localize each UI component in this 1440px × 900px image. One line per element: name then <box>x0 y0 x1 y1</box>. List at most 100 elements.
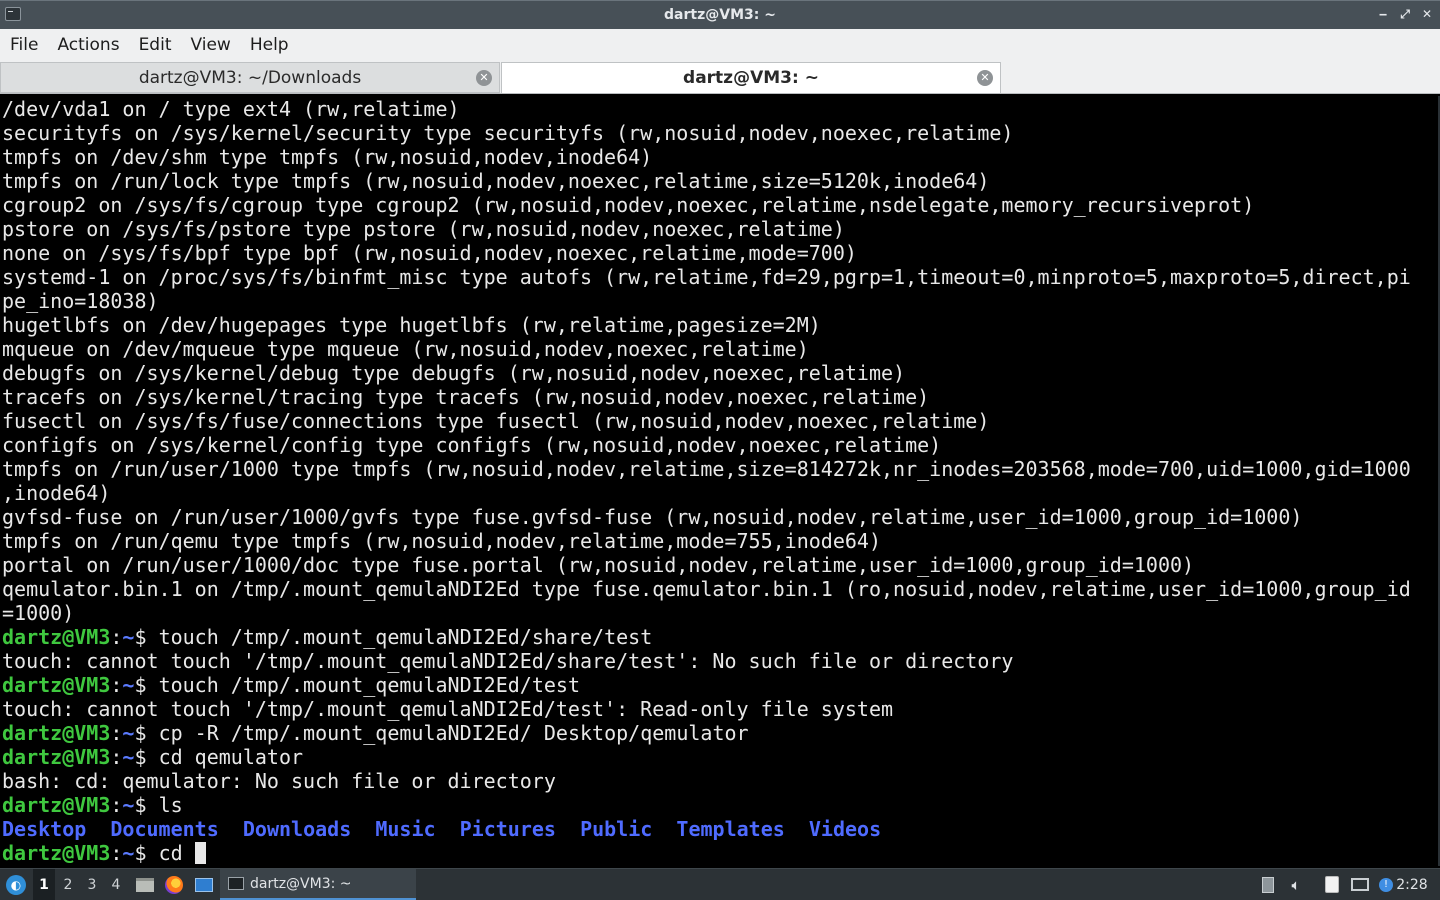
command-text: cp -R /tmp/.mount_qemulaNDI2Ed/ Desktop/… <box>158 721 749 745</box>
menu-actions[interactable]: Actions <box>47 35 128 55</box>
lxqt-menu-icon[interactable]: ◐ <box>4 869 28 900</box>
output-line: mqueue on /dev/mqueue type mqueue (rw,no… <box>2 337 809 361</box>
prompt-separator: : <box>110 841 123 865</box>
menu-edit[interactable]: Edit <box>129 35 181 55</box>
directory-entry[interactable]: Public <box>580 817 652 841</box>
show-desktop-icon[interactable] <box>193 869 215 900</box>
window-title: dartz@VM3: ~ <box>664 7 776 23</box>
command-text: touch /tmp/.mount_qemulaNDI2Ed/share/tes… <box>158 625 653 649</box>
menu-help[interactable]: Help <box>240 35 298 55</box>
output-line: portal on /run/user/1000/doc type fuse.p… <box>2 553 1195 577</box>
file-manager-icon[interactable] <box>134 869 156 900</box>
close-icon[interactable]: ✕ <box>1420 5 1434 23</box>
prompt-dollar: $ <box>134 721 159 745</box>
directory-entry[interactable]: Videos <box>809 817 881 841</box>
output-line: /dev/vda1 on / type ext4 (rw,relatime) <box>2 97 460 121</box>
prompt-user: dartz@VM3 <box>2 625 111 649</box>
prompt-path: ~ <box>122 673 135 697</box>
command-line: dartz@VM3:~$ cd qemulator <box>2 745 303 769</box>
battery-icon[interactable] <box>1258 869 1278 900</box>
output-line: securityfs on /sys/kernel/security type … <box>2 121 1014 145</box>
ls-output-line: Desktop Documents Downloads Music Pictur… <box>2 817 881 841</box>
directory-entry[interactable]: Documents <box>110 817 218 841</box>
output-line: touch: cannot touch '/tmp/.mount_qemulaN… <box>2 649 1014 673</box>
prompt-dollar: $ <box>134 745 159 769</box>
prompt-separator: : <box>110 793 123 817</box>
tab-close-icon[interactable]: ✕ <box>476 70 492 86</box>
window-controls: ‒ ⤢ ✕ <box>1376 5 1434 23</box>
tab-downloads[interactable]: dartz@VM3: ~/Downloads ✕ <box>0 62 500 93</box>
output-line: cgroup2 on /sys/fs/cgroup type cgroup2 (… <box>2 193 1255 217</box>
prompt-dollar: $ <box>134 793 159 817</box>
prompt-user: dartz@VM3 <box>2 793 111 817</box>
tab-label: dartz@VM3: ~/Downloads <box>138 67 362 88</box>
command-line: dartz@VM3:~$ touch /tmp/.mount_qemulaNDI… <box>2 625 652 649</box>
output-line: tracefs on /sys/kernel/tracing type trac… <box>2 385 930 409</box>
output-line: tmpfs on /run/qemu type tmpfs (rw,nosuid… <box>2 529 881 553</box>
firefox-icon[interactable] <box>163 869 185 900</box>
command-line: dartz@VM3:~$ touch /tmp/.mount_qemulaNDI… <box>2 673 580 697</box>
output-line: pe_ino=18038) <box>2 289 159 313</box>
output-line: tmpfs on /run/lock type tmpfs (rw,nosuid… <box>2 169 990 193</box>
tab-close-icon[interactable]: ✕ <box>977 70 993 86</box>
workspace-2[interactable]: 2 <box>57 869 79 900</box>
task-terminal-button[interactable]: dartz@VM3: ~ <box>220 869 416 900</box>
menu-bar: File Actions Edit View Help <box>0 29 1440 61</box>
output-line: =1000) <box>2 601 75 625</box>
prompt-user: dartz@VM3 <box>2 721 111 745</box>
workspace-3[interactable]: 3 <box>81 869 103 900</box>
prompt-user: dartz@VM3 <box>2 745 111 769</box>
output-line: gvfsd-fuse on /run/user/1000/gvfs type f… <box>2 505 1303 529</box>
prompt-separator: : <box>110 625 123 649</box>
terminal-icon <box>228 877 244 890</box>
window-titlebar[interactable]: dartz@VM3: ~ ‒ ⤢ ✕ <box>0 0 1440 29</box>
output-line: qemulator.bin.1 on /tmp/.mount_qemulaNDI… <box>2 577 1411 601</box>
directory-entry[interactable]: Pictures <box>460 817 556 841</box>
prompt-path: ~ <box>122 745 135 769</box>
text-cursor <box>194 842 206 864</box>
volume-icon[interactable]: 🔈︎ <box>1286 869 1306 900</box>
output-line: tmpfs on /dev/shm type tmpfs (rw,nosuid,… <box>2 145 653 169</box>
output-line: systemd-1 on /proc/sys/fs/binfmt_misc ty… <box>2 265 1411 289</box>
prompt-user: dartz@VM3 <box>2 841 111 865</box>
maximize-icon[interactable]: ⤢ <box>1398 5 1412 23</box>
terminal-app-icon[interactable] <box>5 7 21 21</box>
prompt-path: ~ <box>122 625 135 649</box>
output-line: hugetlbfs on /dev/hugepages type hugetlb… <box>2 313 821 337</box>
workspace-1[interactable]: 1 <box>33 869 55 900</box>
output-line: bash: cd: qemulator: No such file or dir… <box>2 769 556 793</box>
task-label: dartz@VM3: ~ <box>250 875 352 892</box>
taskbar: ◐ 1 2 3 4 dartz@VM3: ~ 🔈︎ ! 2:28 <box>0 868 1440 900</box>
directory-entry[interactable]: Templates <box>676 817 784 841</box>
clipboard-icon[interactable] <box>1322 869 1342 900</box>
prompt-path: ~ <box>122 841 135 865</box>
tab-label: dartz@VM3: ~ <box>683 68 819 88</box>
input-line: dartz@VM3:~$ cd <box>2 841 206 865</box>
prompt-path: ~ <box>122 721 135 745</box>
current-input: cd <box>158 841 195 865</box>
directory-entry[interactable]: Downloads <box>243 817 351 841</box>
terminal-output[interactable]: /dev/vda1 on / type ext4 (rw,relatime) se… <box>0 96 1440 866</box>
output-line: fusectl on /sys/fs/fuse/connections type… <box>2 409 990 433</box>
prompt-dollar: $ <box>134 625 159 649</box>
menu-file[interactable]: File <box>0 35 47 55</box>
directory-entry[interactable]: Desktop <box>2 817 86 841</box>
command-text: cd qemulator <box>158 745 304 769</box>
workspace-4[interactable]: 4 <box>105 869 127 900</box>
prompt-separator: : <box>110 673 123 697</box>
prompt-separator: : <box>110 745 123 769</box>
command-text: ls <box>158 793 183 817</box>
prompt-separator: : <box>110 721 123 745</box>
clock[interactable]: 2:28 <box>1392 869 1432 900</box>
network-icon[interactable] <box>1349 869 1371 900</box>
command-text: touch /tmp/.mount_qemulaNDI2Ed/test <box>158 673 580 697</box>
prompt-path: ~ <box>122 793 135 817</box>
menu-view[interactable]: View <box>180 35 239 55</box>
output-line: configfs on /sys/kernel/config type conf… <box>2 433 942 457</box>
directory-entry[interactable]: Music <box>375 817 435 841</box>
minimize-icon[interactable]: ‒ <box>1376 5 1390 23</box>
prompt-dollar: $ <box>134 841 159 865</box>
tab-home[interactable]: dartz@VM3: ~ ✕ <box>501 62 1001 93</box>
prompt-user: dartz@VM3 <box>2 673 111 697</box>
output-line: pstore on /sys/fs/pstore type pstore (rw… <box>2 217 845 241</box>
